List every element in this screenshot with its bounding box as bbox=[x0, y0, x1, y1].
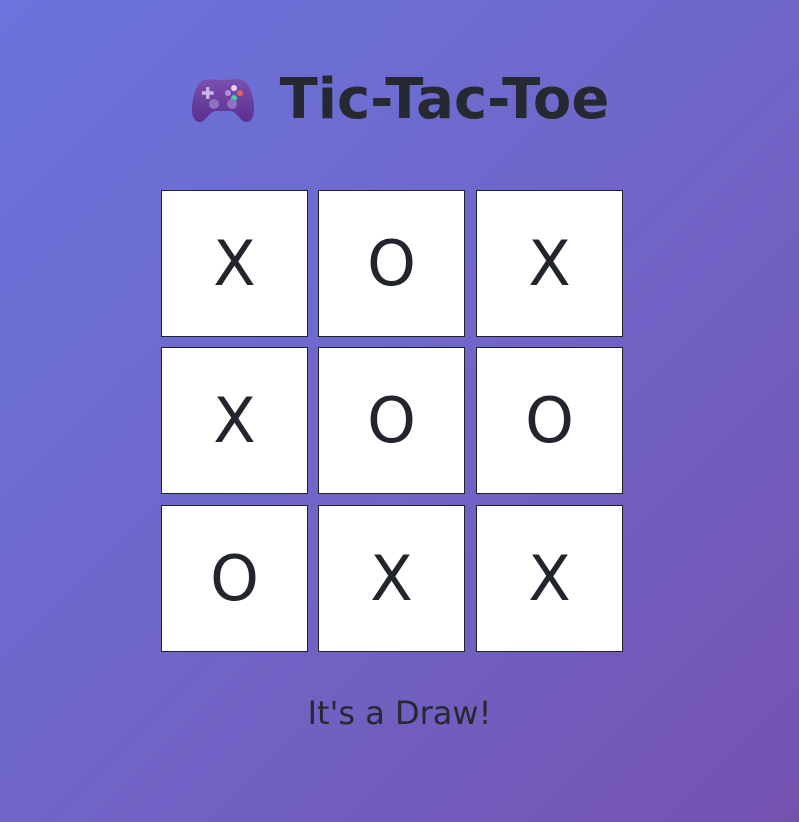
board-cell-4[interactable]: X bbox=[161, 347, 308, 494]
board-cell-9[interactable]: X bbox=[476, 505, 623, 652]
board-cell-1[interactable]: X bbox=[161, 190, 308, 337]
game-controller-icon bbox=[190, 74, 256, 126]
board-cell-8[interactable]: X bbox=[318, 505, 465, 652]
title-text: Tic-Tac-Toe bbox=[279, 67, 610, 132]
page-title: Tic-Tac-Toe bbox=[0, 62, 799, 138]
board-cell-7[interactable]: O bbox=[161, 505, 308, 652]
board-cell-3[interactable]: X bbox=[476, 190, 623, 337]
board-cell-6[interactable]: O bbox=[476, 347, 623, 494]
board-cell-2[interactable]: O bbox=[318, 190, 465, 337]
board-cell-5[interactable]: O bbox=[318, 347, 465, 494]
game-app: Tic-Tac-Toe X O X X O O O X X It's a Dra… bbox=[0, 0, 799, 822]
game-status-message: It's a Draw! bbox=[307, 694, 492, 732]
game-board: X O X X O O O X X bbox=[161, 190, 627, 656]
